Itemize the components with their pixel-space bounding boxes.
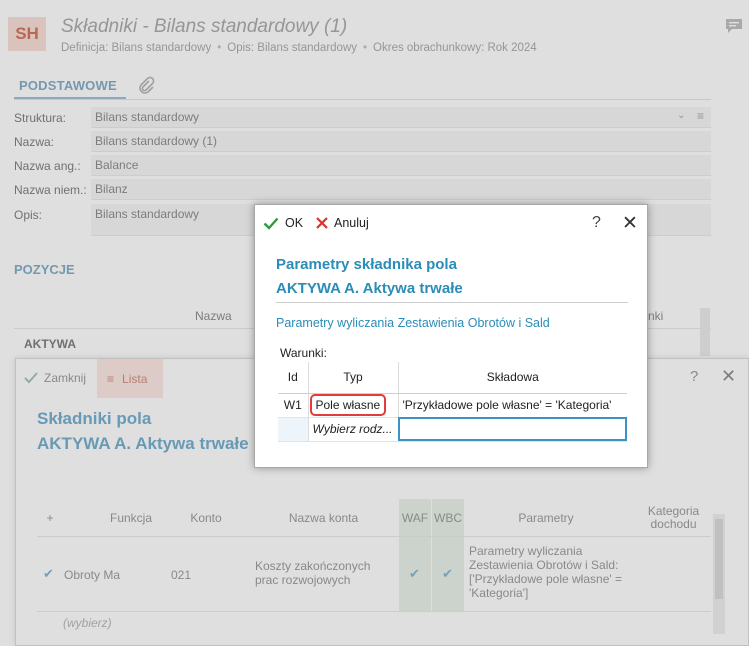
- component-parameters-dialog: OK Anuluj ? ✕ Parametry składnika pola A…: [254, 204, 648, 468]
- cell-type[interactable]: Pole własne: [308, 393, 399, 418]
- parameters-section-title: Parametry wyliczania Zestawienia Obrotów…: [276, 316, 550, 330]
- new-row-id[interactable]: [278, 417, 309, 442]
- heading-divider: [276, 302, 628, 303]
- new-row[interactable]: Wybierz rodz...: [278, 417, 627, 442]
- help-icon[interactable]: ?: [592, 214, 601, 232]
- table-row[interactable]: W1 Pole własne 'Przykładowe pole własne'…: [278, 393, 627, 418]
- conditions-label: Warunki:: [280, 346, 327, 360]
- col-id[interactable]: Id: [278, 362, 309, 394]
- ok-button[interactable]: OK: [263, 216, 303, 230]
- ok-button-label: OK: [285, 216, 304, 230]
- type-highlight[interactable]: Pole własne: [309, 394, 387, 416]
- component-input[interactable]: [398, 417, 627, 442]
- cell-component[interactable]: 'Przykładowe pole własne' = 'Kategoria': [398, 393, 627, 418]
- cancel-button-label: Anuluj: [334, 216, 369, 230]
- col-type[interactable]: Typ: [308, 362, 399, 394]
- col-component[interactable]: Składowa: [398, 362, 627, 394]
- dialog-subheading: AKTYWA A. Aktywa trwałe: [276, 280, 463, 297]
- type-picker[interactable]: Wybierz rodz...: [308, 417, 399, 442]
- check-icon: [263, 217, 279, 230]
- conditions-table: Id Typ Składowa W1 Pole własne 'Przykład…: [278, 362, 627, 442]
- close-icon[interactable]: ✕: [622, 212, 638, 235]
- cancel-button[interactable]: Anuluj: [316, 216, 369, 230]
- cross-icon: [316, 217, 328, 229]
- dialog-heading: Parametry składnika pola: [276, 256, 457, 273]
- cell-id[interactable]: W1: [278, 393, 309, 418]
